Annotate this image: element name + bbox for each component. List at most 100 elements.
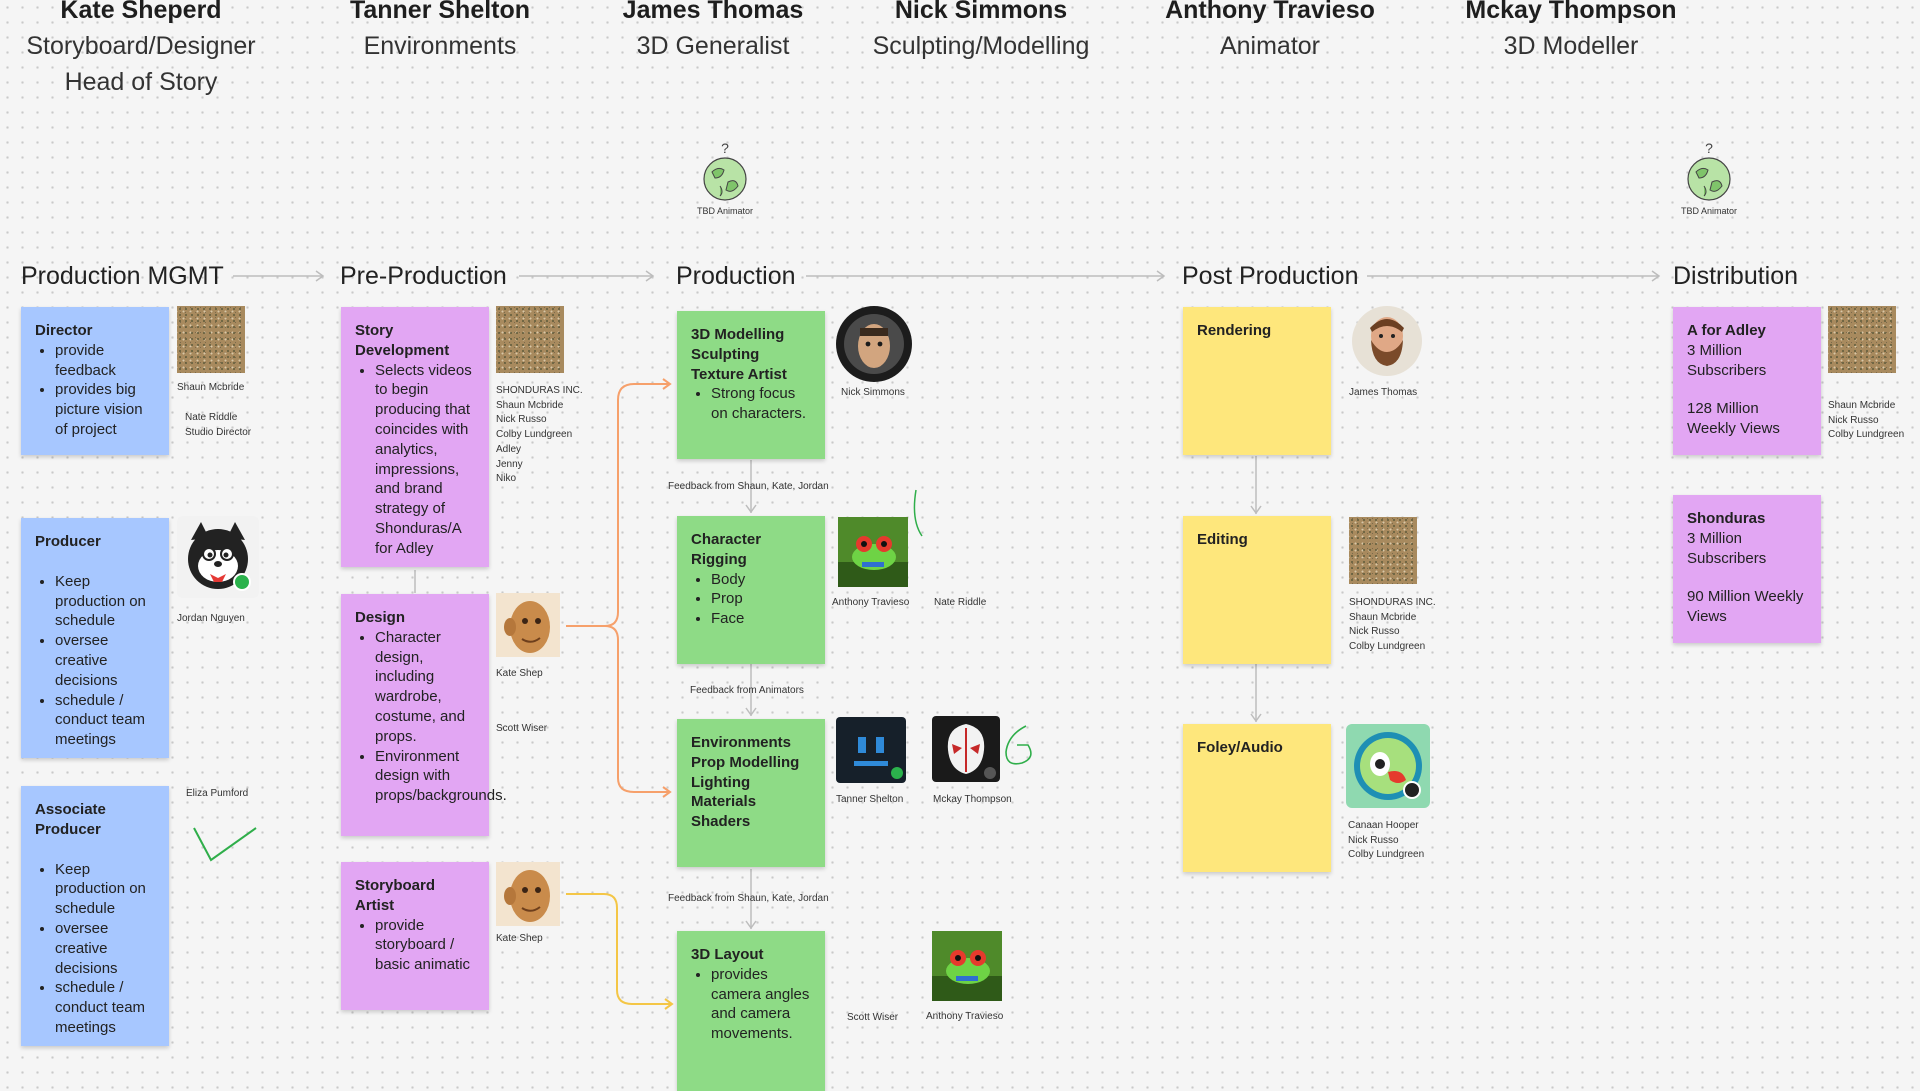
person-label: Tanner Shelton bbox=[836, 794, 904, 805]
person-label: SHONDURAS INC. bbox=[496, 385, 583, 396]
note-title: 3D Modelling Sculpting Texture Artist bbox=[691, 326, 787, 383]
person-label: Nick Russo bbox=[1348, 834, 1399, 846]
note-item: schedule / conduct team meetings bbox=[55, 978, 155, 1037]
frog-avatar[interactable] bbox=[838, 517, 908, 587]
team-member-anthony: Anthony Travieso Animator bbox=[1120, 0, 1420, 64]
team-member-kate: Kate Sheperd Storyboard/Designer Head of… bbox=[0, 0, 291, 100]
person-label: SHONDURAS INC. bbox=[1349, 597, 1436, 608]
weekly-views: 128 Million Weekly Views bbox=[1687, 400, 1780, 438]
note-associate-producer[interactable]: Associate Producer Keep production on sc… bbox=[21, 786, 169, 1046]
note-title: Storyboard Artist bbox=[355, 877, 436, 914]
person-label: Jordan Nguyen bbox=[177, 613, 245, 624]
person-label: Kate Shep bbox=[496, 933, 543, 944]
cat-avatar[interactable] bbox=[177, 516, 259, 598]
note-editing[interactable]: Editing bbox=[1183, 516, 1331, 664]
connectors-layer bbox=[193, 270, 1661, 1010]
tbd-animator[interactable]: ? TBD Animator bbox=[685, 140, 765, 216]
note-item: Selects videos to begin producing that c… bbox=[375, 361, 475, 559]
note-foley-audio[interactable]: Foley/Audio bbox=[1183, 724, 1331, 872]
team-role: Storyboard/Designer bbox=[26, 32, 256, 60]
note-producer[interactable]: Producer Keep production on schedule ove… bbox=[21, 518, 169, 758]
subscriber-count: 3 Million Subscribers bbox=[1687, 341, 1767, 379]
feedback-label: Feedback from Animators bbox=[690, 685, 804, 696]
parrot-avatar[interactable] bbox=[1346, 724, 1430, 808]
note-title: Environments Prop Modelling Lighting Mat… bbox=[691, 734, 800, 831]
feedback-label: Feedback from Shaun, Kate, Jordan bbox=[668, 893, 829, 904]
team-name: Tanner Shelton bbox=[349, 0, 531, 24]
person-label: Nick Russo bbox=[496, 414, 547, 426]
avatar-shaun-mcbride[interactable] bbox=[177, 306, 245, 373]
avatar-shonduras[interactable] bbox=[496, 306, 564, 373]
person-label: Studio Director bbox=[185, 427, 252, 438]
tbd-animator[interactable]: ? TBD Animator bbox=[1669, 140, 1749, 216]
feedback-label: Feedback from Shaun, Kate, Jordan bbox=[668, 481, 829, 492]
stage-heading-distribution: Distribution bbox=[1673, 262, 1799, 290]
person-label: Anthony Travieso bbox=[926, 1011, 1004, 1022]
team-name: James Thomas bbox=[622, 0, 804, 24]
storyboard-connector bbox=[566, 893, 674, 1010]
team-member-james: James Thomas 3D Generalist bbox=[563, 0, 863, 64]
checkmark-icon bbox=[193, 827, 257, 862]
note-design[interactable]: Design Character design, including wardr… bbox=[341, 594, 507, 836]
mask-avatar[interactable] bbox=[932, 716, 1000, 782]
team-role: Sculpting/Modelling bbox=[872, 32, 1090, 60]
tbd-label: TBD Animator bbox=[696, 206, 754, 216]
clay-head-avatar[interactable] bbox=[496, 862, 560, 926]
note-title: A for Adley bbox=[1687, 322, 1766, 339]
note-environments[interactable]: Environments Prop Modelling Lighting Mat… bbox=[677, 719, 825, 867]
person-label: Anthony Travieso bbox=[832, 597, 910, 608]
note-title: Story Development bbox=[355, 322, 450, 359]
note-storyboard-artist[interactable]: Storyboard Artist provide storyboard / b… bbox=[341, 862, 489, 1010]
person-label: Shaun Mcbride bbox=[496, 399, 564, 411]
note-item: provides camera angles and camera moveme… bbox=[711, 965, 811, 1044]
astronaut-avatar[interactable] bbox=[836, 306, 912, 382]
frog-avatar[interactable] bbox=[932, 931, 1002, 1001]
note-item: provide feedback bbox=[55, 341, 155, 381]
note-title: 3D Layout bbox=[691, 946, 764, 963]
note-item: provide storyboard / basic animatic bbox=[375, 916, 475, 975]
note-character-rigging[interactable]: Character Rigging Body Prop Face bbox=[677, 516, 825, 664]
cube-avatar[interactable] bbox=[836, 717, 906, 783]
stage-heading-production: Production bbox=[676, 262, 796, 290]
person-label: Colby Lundgreen bbox=[496, 429, 573, 441]
note-title: Foley/Audio bbox=[1197, 739, 1283, 756]
person-label: Colby Lundgreen bbox=[1348, 849, 1425, 861]
person-label: Shaun Mcbride bbox=[1349, 611, 1417, 623]
note-story-development[interactable]: Story Development Selects videos to begi… bbox=[341, 307, 489, 567]
avatar-shonduras[interactable] bbox=[1349, 517, 1417, 584]
note-title: Shonduras bbox=[1687, 510, 1766, 527]
note-item: Prop bbox=[711, 589, 811, 609]
note-a-for-adley[interactable]: A for Adley 3 Million Subscribers 128 Mi… bbox=[1673, 307, 1821, 455]
note-item: Character design, including wardrobe, co… bbox=[375, 628, 475, 747]
weekly-views: 90 Million Weekly Views bbox=[1687, 588, 1804, 626]
note-3d-modelling[interactable]: 3D Modelling Sculpting Texture Artist St… bbox=[677, 311, 825, 459]
note-item: Keep production on schedule bbox=[55, 860, 155, 919]
tbd-globe-icon bbox=[703, 157, 747, 201]
avatar-shonduras[interactable] bbox=[1828, 306, 1896, 373]
person-label: Nick Simmons bbox=[841, 387, 905, 398]
note-3d-layout[interactable]: 3D Layout provides camera angles and cam… bbox=[677, 931, 825, 1091]
people-list: SHONDURAS INC. Shaun Mcbride Nick Russo … bbox=[1349, 596, 1436, 655]
team-name: Kate Sheperd bbox=[60, 0, 222, 24]
note-item: Body bbox=[711, 570, 811, 590]
stage-heading-mgmt: Production MGMT bbox=[21, 262, 224, 290]
bearded-man-avatar[interactable] bbox=[1352, 306, 1422, 376]
note-rendering[interactable]: Rendering bbox=[1183, 307, 1331, 455]
note-item: oversee creative decisions bbox=[55, 919, 155, 978]
squiggle-icon bbox=[913, 489, 923, 537]
team-name: Mckay Thompson bbox=[1465, 0, 1677, 24]
note-item: schedule / conduct team meetings bbox=[55, 691, 155, 750]
note-item: Strong focus on characters. bbox=[711, 384, 811, 424]
person-label: Nate Riddle bbox=[934, 597, 987, 608]
note-shonduras[interactable]: Shonduras 3 Million Subscribers 90 Milli… bbox=[1673, 495, 1821, 643]
person-label: Scott Wiser bbox=[496, 723, 548, 734]
people-list: SHONDURAS INC. Shaun Mcbride Nick Russo … bbox=[496, 384, 583, 487]
person-label: Kate Shep bbox=[496, 668, 543, 679]
clay-head-avatar[interactable] bbox=[496, 593, 560, 657]
note-item: Environment design with props/background… bbox=[375, 747, 507, 806]
person-label: Nate Riddle bbox=[185, 412, 238, 423]
note-director[interactable]: Director provide feedback provides big p… bbox=[21, 307, 169, 455]
team-role: Animator bbox=[1219, 32, 1321, 60]
note-title: Director bbox=[35, 322, 93, 339]
people-list: Shaun Mcbride Nick Russo Colby Lundgreen bbox=[1828, 399, 1904, 443]
